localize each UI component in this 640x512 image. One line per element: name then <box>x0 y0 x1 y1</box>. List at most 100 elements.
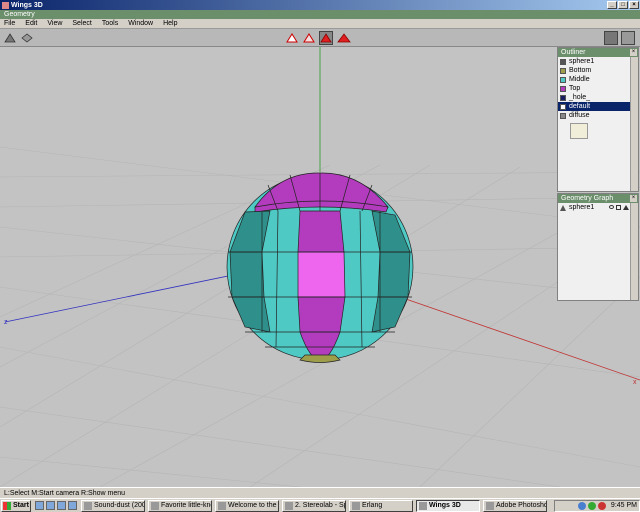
list-item[interactable]: Top <box>558 84 630 93</box>
outliner-close-button[interactable]: × <box>630 49 637 56</box>
x-axis-label: x <box>633 379 637 386</box>
item-label: _hole_ <box>569 94 591 101</box>
taskbar-button[interactable]: 2. Stereolab - Spac... <box>282 499 346 512</box>
list-item[interactable]: sphere1 <box>558 57 630 66</box>
clock: 9:45 PM <box>610 502 637 509</box>
material-preview-swatch <box>570 123 588 139</box>
task-label: Welcome to the Art ... <box>228 501 278 509</box>
perspective-icon[interactable] <box>604 31 618 45</box>
menu-file[interactable]: File <box>4 19 15 28</box>
status-bar: L:Select M:Start camera R:Show menu <box>0 487 640 498</box>
lock-icon[interactable] <box>616 205 621 210</box>
volume-icon[interactable] <box>587 501 596 510</box>
antivirus-icon[interactable] <box>597 501 606 510</box>
quick-launch <box>35 501 77 510</box>
list-item[interactable]: Middle <box>558 75 630 84</box>
geometry-graph-close-button[interactable]: × <box>630 195 637 202</box>
list-item[interactable]: _hole_ <box>558 93 630 102</box>
body-mode-icon[interactable] <box>337 31 351 45</box>
x-axis <box>399 296 640 381</box>
task-label: Adobe Photoshop <box>496 501 547 509</box>
desktop-icon[interactable] <box>57 501 66 510</box>
taskbar-button[interactable]: Wings 3D <box>416 499 480 512</box>
app-icon <box>486 501 494 510</box>
menu-select[interactable]: Select <box>72 19 91 28</box>
task-label: Sound-dust (2001) <box>94 501 144 509</box>
material-icon <box>560 76 566 83</box>
app-icon <box>151 501 159 510</box>
geometry-graph-panel: Geometry Graph × sphere1 <box>557 193 639 301</box>
front-view-icon[interactable] <box>3 31 17 45</box>
geometry-graph-scrollbar[interactable] <box>630 203 638 300</box>
app-icon <box>419 501 427 510</box>
item-label: Bottom <box>569 67 592 74</box>
toolbar <box>0 29 640 47</box>
title-bar: Wings 3D _ □ × <box>0 0 640 10</box>
taskbar-button[interactable]: Erlang <box>349 499 413 512</box>
menu-edit[interactable]: Edit <box>25 19 37 28</box>
sphere-mesh[interactable] <box>226 172 414 363</box>
taskbar-button[interactable]: Adobe Photoshop <box>483 499 547 512</box>
outliner-panel: Outliner × sphere1 Bottom Middle Top _hole_ de… <box>557 47 639 192</box>
item-label: sphere1 <box>569 58 595 65</box>
start-label: Start <box>13 502 29 509</box>
minimize-button[interactable]: _ <box>607 1 617 9</box>
ie-icon[interactable] <box>35 501 44 510</box>
task-list: Sound-dust (2001) Favorite little-know...… <box>81 499 550 512</box>
taskbar: Start Sound-dust (2001) Favorite little-k… <box>0 498 640 512</box>
network-icon[interactable] <box>577 501 586 510</box>
vertex-mode-icon[interactable] <box>285 31 299 45</box>
menu-tools[interactable]: Tools <box>102 19 118 28</box>
task-label: Erlang <box>362 501 383 509</box>
menu-help[interactable]: Help <box>163 19 177 28</box>
item-label: Middle <box>569 76 590 83</box>
outliner-list: sphere1 Bottom Middle Top _hole_default diffu… <box>558 57 630 191</box>
taskbar-button[interactable]: Sound-dust (2001) <box>81 499 145 512</box>
3d-viewport[interactable]: z x Outliner × sphere1 Bottom Middle Top… <box>0 47 640 487</box>
object-label: sphere1 <box>569 204 595 211</box>
geometry-graph-list: sphere1 <box>558 203 630 300</box>
edge-mode-icon[interactable] <box>302 31 316 45</box>
window-title: Wings 3D <box>11 1 43 9</box>
face-mode-icon[interactable] <box>319 31 333 45</box>
system-tray: 9:45 PM <box>554 499 640 512</box>
material-icon <box>560 85 566 92</box>
app-icon <box>84 501 92 510</box>
material-icon <box>560 103 566 110</box>
app-icon <box>285 501 293 510</box>
outliner-scrollbar[interactable] <box>630 57 638 191</box>
menu-view[interactable]: View <box>47 19 62 28</box>
taskbar-button[interactable]: Welcome to the Art ... <box>215 499 279 512</box>
list-item[interactable]: default <box>558 102 630 111</box>
task-label: Wings 3D <box>429 501 461 509</box>
app-icon <box>352 501 360 510</box>
material-icon <box>560 67 566 74</box>
geometry-graph-title: Geometry Graph <box>561 195 614 202</box>
back-view-icon[interactable] <box>20 31 34 45</box>
geometry-window-title: Geometry <box>0 10 640 19</box>
material-icon <box>560 94 566 101</box>
folder-icon[interactable] <box>68 501 77 510</box>
item-label: default <box>569 103 591 110</box>
app-icon <box>218 501 226 510</box>
list-item[interactable]: sphere1 <box>558 203 630 212</box>
wire-icon[interactable] <box>623 205 629 210</box>
triangle-icon <box>560 204 566 211</box>
task-label: Favorite little-know... <box>161 501 211 509</box>
eye-icon[interactable] <box>609 205 614 209</box>
scene-canvas[interactable]: z x <box>0 47 640 487</box>
maximize-button[interactable]: □ <box>618 1 628 9</box>
app-window: Wings 3D _ □ × Geometry File Edit View Sele… <box>0 0 640 512</box>
menu-window[interactable]: Window <box>128 19 153 28</box>
outlook-icon[interactable] <box>46 501 55 510</box>
close-button[interactable]: × <box>629 1 639 9</box>
list-item[interactable]: Bottom <box>558 66 630 75</box>
windows-logo-icon <box>3 501 11 510</box>
item-label: Top <box>569 85 581 92</box>
render-icon[interactable] <box>621 31 635 45</box>
start-button[interactable]: Start <box>1 499 31 512</box>
list-item[interactable]: diffuse <box>558 111 630 120</box>
taskbar-button[interactable]: Favorite little-know... <box>148 499 212 512</box>
menu-bar: File Edit View Select Tools Window Help <box>0 19 640 29</box>
app-icon <box>2 1 9 9</box>
